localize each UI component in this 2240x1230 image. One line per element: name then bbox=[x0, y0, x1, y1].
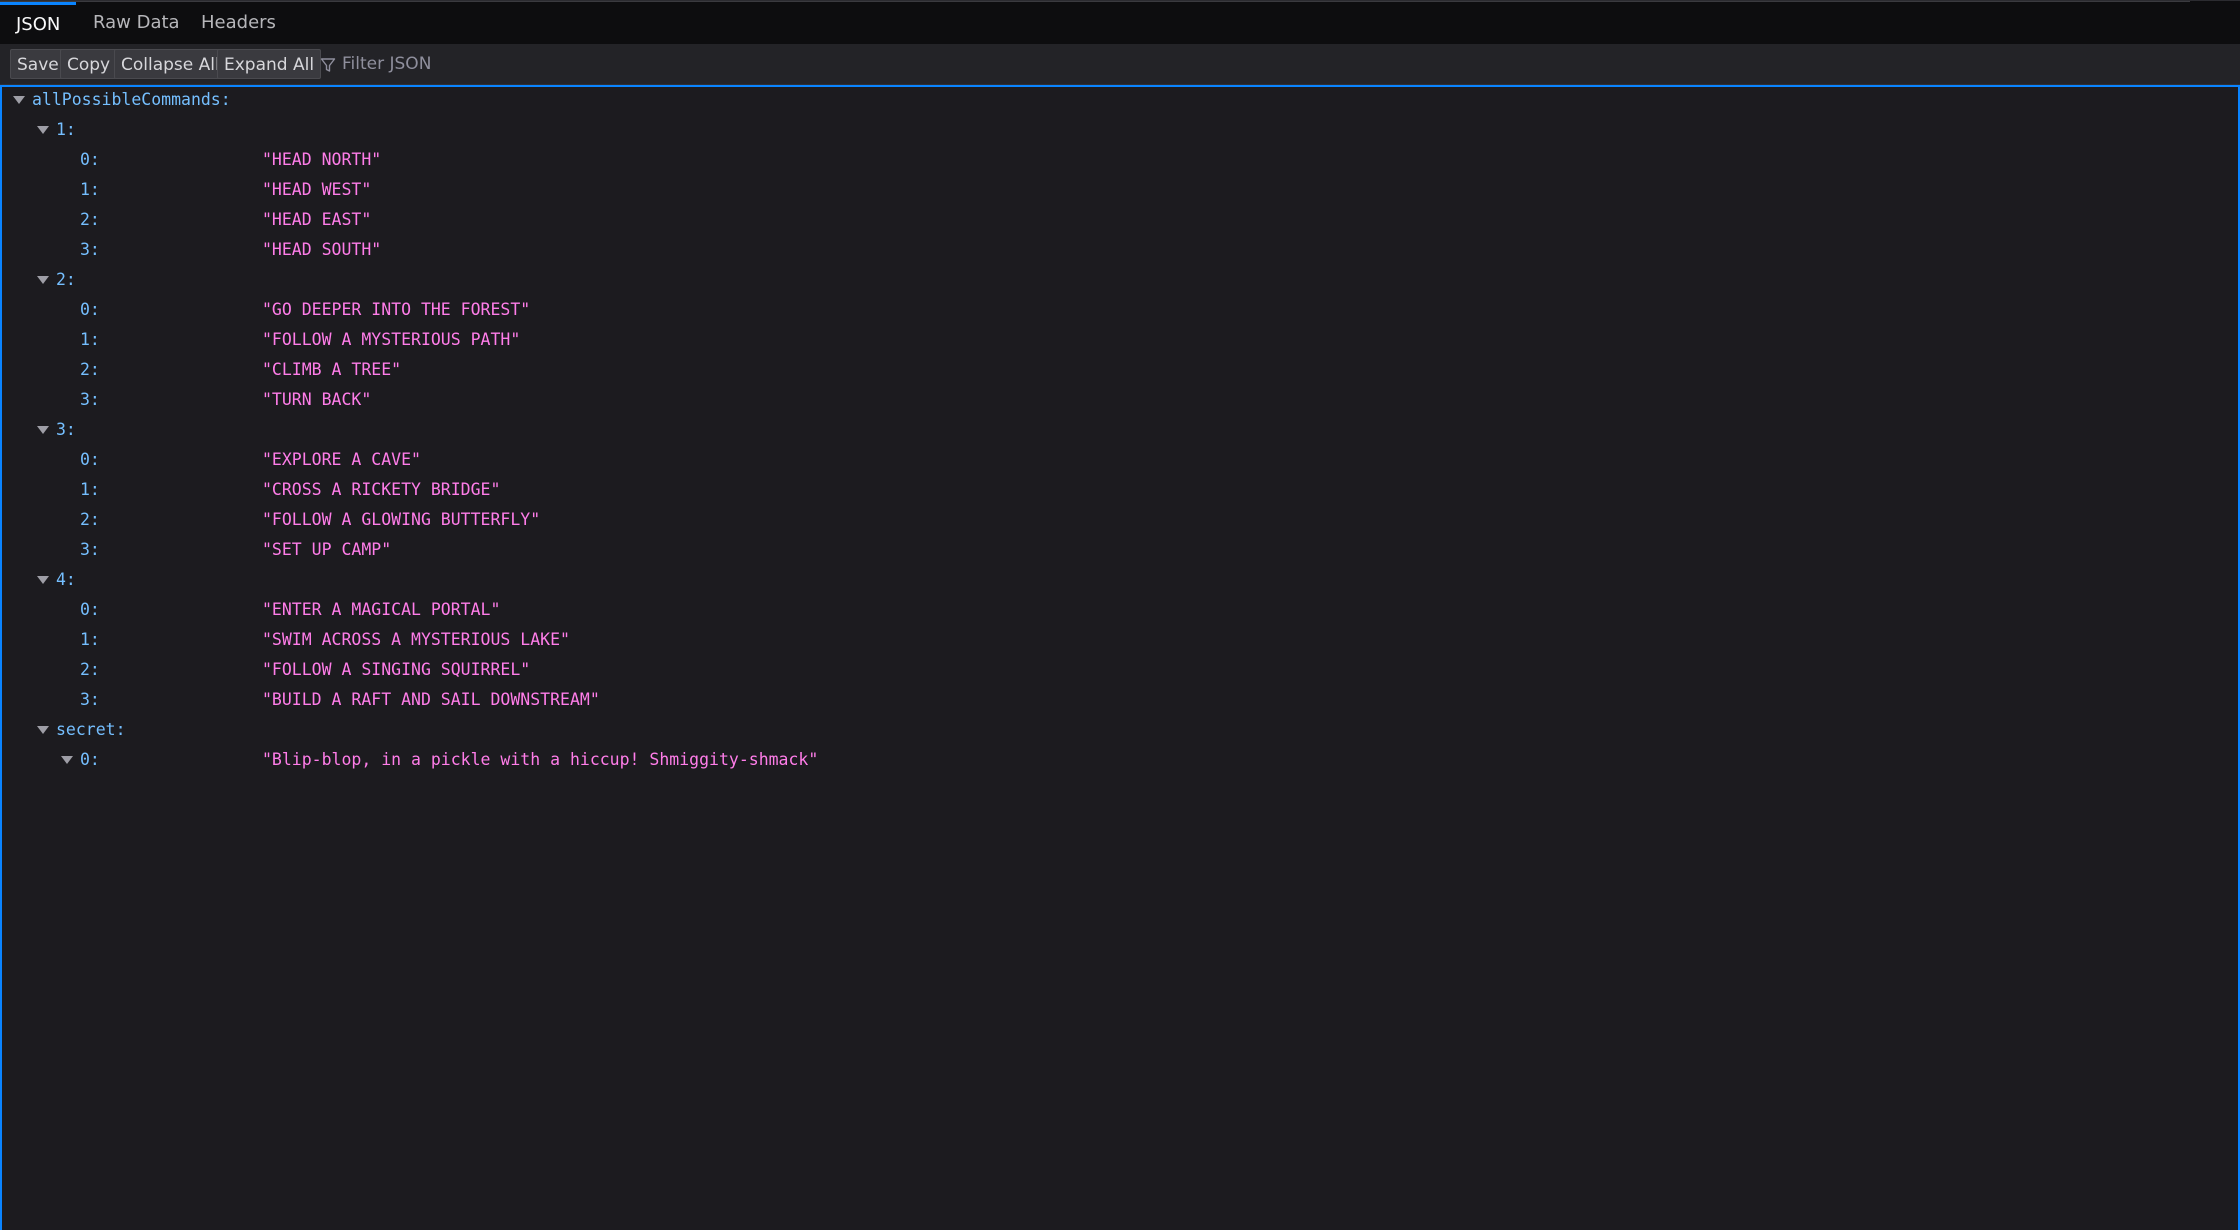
json-key: 1: bbox=[80, 330, 100, 349]
json-string-value: "SET UP CAMP" bbox=[262, 540, 392, 559]
json-key: 3: bbox=[80, 390, 100, 409]
json-property-row[interactable]: 2: "HEAD EAST" bbox=[2, 205, 2232, 235]
filter-json-input[interactable] bbox=[342, 49, 642, 79]
json-string-value: "HEAD NORTH" bbox=[262, 150, 382, 169]
json-property-row[interactable]: 2: "FOLLOW A GLOWING BUTTERFLY" bbox=[2, 505, 2232, 535]
collapse-all-button[interactable]: Collapse All bbox=[114, 49, 227, 79]
tab-raw-data[interactable]: Raw Data bbox=[77, 2, 196, 45]
json-object-row[interactable]: 4: bbox=[2, 565, 2232, 595]
json-key: 2: bbox=[80, 210, 100, 229]
copy-button[interactable]: Copy bbox=[60, 49, 118, 79]
json-key: 3: bbox=[80, 690, 100, 709]
json-key: 1: bbox=[56, 120, 76, 139]
json-key: 0: bbox=[80, 600, 100, 619]
json-string-value: "HEAD WEST" bbox=[262, 180, 372, 199]
json-object-row[interactable]: secret: bbox=[2, 715, 2232, 745]
json-string-value: "HEAD SOUTH" bbox=[262, 240, 382, 259]
json-property-row[interactable]: 0: "ENTER A MAGICAL PORTAL" bbox=[2, 595, 2232, 625]
json-key: 1: bbox=[80, 630, 100, 649]
json-key: 2: bbox=[80, 660, 100, 679]
json-string-value: "SWIM ACROSS A MYSTERIOUS LAKE" bbox=[262, 630, 570, 649]
json-property-row[interactable]: 1: "SWIM ACROSS A MYSTERIOUS LAKE" bbox=[2, 625, 2232, 655]
tab-bar: JSON Raw Data Headers bbox=[0, 0, 2240, 44]
json-key: 0: bbox=[80, 150, 100, 169]
json-key: 1: bbox=[80, 180, 100, 199]
json-string-value: "GO DEEPER INTO THE FOREST" bbox=[262, 300, 531, 319]
save-button[interactable]: Save bbox=[10, 49, 66, 79]
json-string-value: "CROSS A RICKETY BRIDGE" bbox=[262, 480, 501, 499]
expand-toggle-icon[interactable] bbox=[37, 726, 49, 734]
json-property-row[interactable]: 1: "CROSS A RICKETY BRIDGE" bbox=[2, 475, 2232, 505]
json-property-row[interactable]: 2: "FOLLOW A SINGING SQUIRREL" bbox=[2, 655, 2232, 685]
expand-all-button[interactable]: Expand All bbox=[217, 49, 322, 79]
json-property-row[interactable]: 3: "BUILD A RAFT AND SAIL DOWNSTREAM" bbox=[2, 685, 2232, 715]
json-property-row[interactable]: 3: "HEAD SOUTH" bbox=[2, 235, 2232, 265]
expand-toggle-icon[interactable] bbox=[13, 96, 25, 104]
json-string-value: "CLIMB A TREE" bbox=[262, 360, 402, 379]
json-key: secret: bbox=[56, 720, 126, 739]
json-string-value: "FOLLOW A SINGING SQUIRREL" bbox=[262, 660, 531, 679]
json-string-value: "HEAD EAST" bbox=[262, 210, 372, 229]
json-key: 4: bbox=[56, 570, 76, 589]
json-key: 3: bbox=[80, 240, 100, 259]
json-string-value: "Blip-blop, in a pickle with a hiccup! S… bbox=[262, 750, 819, 769]
json-key: 1: bbox=[80, 480, 100, 499]
json-property-row[interactable]: 0: "EXPLORE A CAVE" bbox=[2, 445, 2232, 475]
expand-toggle-icon[interactable] bbox=[37, 426, 49, 434]
json-key: 0: bbox=[80, 750, 100, 769]
json-property-row[interactable]: 3: "TURN BACK" bbox=[2, 385, 2232, 415]
json-object-row[interactable]: 1: bbox=[2, 115, 2232, 145]
json-property-row[interactable]: 1: "FOLLOW A MYSTERIOUS PATH" bbox=[2, 325, 2232, 355]
tab-headers[interactable]: Headers bbox=[185, 2, 292, 45]
json-object-row[interactable]: 3: bbox=[2, 415, 2232, 445]
json-string-value: "TURN BACK" bbox=[262, 390, 372, 409]
json-key: 3: bbox=[56, 420, 76, 439]
json-key: 0: bbox=[80, 300, 100, 319]
json-key: 2: bbox=[80, 510, 100, 529]
json-property-row[interactable]: 0: "GO DEEPER INTO THE FOREST" bbox=[2, 295, 2232, 325]
json-key: 2: bbox=[80, 360, 100, 379]
expand-toggle-icon[interactable] bbox=[37, 126, 49, 134]
json-property-row[interactable]: 2: "CLIMB A TREE" bbox=[2, 355, 2232, 385]
json-object-row[interactable]: 2: bbox=[2, 265, 2232, 295]
json-toolbar: Save Copy Collapse All Expand All bbox=[0, 44, 2240, 85]
json-string-value: "FOLLOW A MYSTERIOUS PATH" bbox=[262, 330, 521, 349]
filter-icon bbox=[320, 58, 336, 72]
json-property-row[interactable]: 1: "HEAD WEST" bbox=[2, 175, 2232, 205]
json-string-value: "EXPLORE A CAVE" bbox=[262, 450, 421, 469]
json-key: 0: bbox=[80, 450, 100, 469]
json-string-value: "FOLLOW A GLOWING BUTTERFLY" bbox=[262, 510, 541, 529]
json-property-row[interactable]: 0: "Blip-blop, in a pickle with a hiccup!… bbox=[2, 745, 2232, 775]
expand-toggle-icon[interactable] bbox=[37, 576, 49, 584]
json-object-row[interactable]: allPossibleCommands: bbox=[2, 85, 2232, 115]
expand-toggle-icon[interactable] bbox=[37, 276, 49, 284]
json-tree-view: allPossibleCommands: 1: 0: "HEAD NORTH" 1: "H… bbox=[0, 85, 2240, 1230]
json-string-value: "ENTER A MAGICAL PORTAL" bbox=[262, 600, 501, 619]
json-property-row[interactable]: 0: "HEAD NORTH" bbox=[2, 145, 2232, 175]
tab-bar-divider bbox=[0, 1, 2190, 2]
json-key: allPossibleCommands: bbox=[32, 90, 231, 109]
json-string-value: "BUILD A RAFT AND SAIL DOWNSTREAM" bbox=[262, 690, 600, 709]
json-key: 3: bbox=[80, 540, 100, 559]
tab-json[interactable]: JSON bbox=[0, 2, 77, 45]
expand-toggle-icon[interactable] bbox=[61, 756, 73, 764]
json-key: 2: bbox=[56, 270, 76, 289]
json-property-row[interactable]: 3: "SET UP CAMP" bbox=[2, 535, 2232, 565]
